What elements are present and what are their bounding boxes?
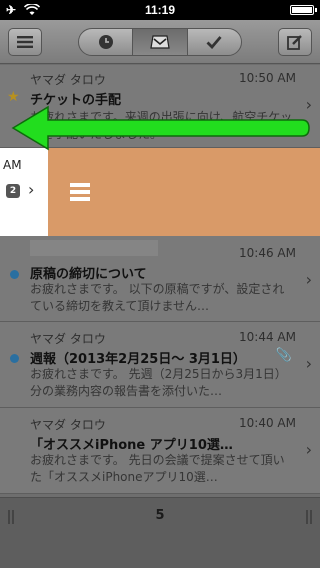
chevron-right-icon: › (305, 354, 312, 373)
battery-icon (290, 5, 317, 15)
menu-button[interactable] (8, 28, 42, 56)
status-bar: ✈ 11:19 (0, 0, 320, 20)
star-icon[interactable]: ★ (7, 89, 20, 105)
email-time: 10:46 AM (239, 246, 296, 260)
list-icon (17, 36, 33, 48)
swiped-email-row[interactable]: AM 2 › (0, 148, 320, 236)
list-icon[interactable] (70, 183, 90, 201)
email-row[interactable]: 10:46 AM 原稿の締切について お疲れさまです。 以下の原稿ですが、設定さ… (0, 236, 320, 322)
email-sender: ヤマダ タロウ (30, 332, 106, 346)
email-time-fragment: AM (3, 158, 22, 172)
view-segmented-control (78, 28, 242, 56)
checkmark-icon (206, 36, 222, 49)
email-time: 10:40 AM (239, 416, 296, 430)
tab-archive[interactable] (188, 29, 241, 55)
grip-handle-icon (306, 510, 312, 524)
email-sender: ヤマダ タロウ (30, 73, 106, 87)
message-count: 5 (155, 508, 165, 523)
email-sender: ヤマダ タロウ (30, 418, 106, 432)
unread-dot-icon (10, 270, 19, 279)
swiped-row-content[interactable]: AM 2 › (0, 148, 48, 236)
paperclip-icon: 📎 (275, 348, 292, 363)
compose-button[interactable] (278, 28, 312, 56)
chevron-right-icon: › (305, 440, 312, 459)
clock-icon (98, 35, 113, 49)
email-subject: 原稿の締切について (30, 267, 147, 282)
compose-icon (287, 35, 302, 50)
status-time: 11:19 (144, 3, 176, 17)
email-subject: 「オススメiPhone アプリ10選… (30, 438, 233, 453)
email-sender-blurred (30, 240, 158, 256)
thread-count-badge: 2 (6, 184, 20, 198)
unread-dot-icon (10, 354, 19, 363)
email-time: 10:44 AM (239, 330, 296, 344)
chevron-right-icon: › (305, 270, 312, 289)
chevron-right-icon: › (28, 180, 35, 199)
email-subject: 週報（2013年2月25日～ 3月1日） (30, 352, 246, 367)
email-preview: お疲れさまです。 以下の原稿ですが、設定されている締切を教えて頂けません… (30, 282, 285, 313)
inbox-tray-icon (150, 35, 170, 49)
email-row[interactable]: ヤマダ タロウ 10:40 AM 「オススメiPhone アプリ10選… お疲れ… (0, 408, 320, 494)
tab-later[interactable] (79, 29, 134, 55)
toolbar (0, 20, 320, 64)
email-preview: お疲れさまです。 先日の会議で提案させて頂いた「オススメiPhoneアプリ10選… (30, 453, 285, 484)
email-time: 10:50 AM (239, 71, 296, 85)
email-preview: お疲れさまです。 先週（2月25日から3月1日）分の業務内容の報告書を添付いた… (30, 367, 287, 398)
email-row[interactable]: ヤマダ タロウ 10:44 AM 週報（2013年2月25日～ 3月1日） 📎 … (0, 322, 320, 408)
swipe-left-arrow-icon (11, 105, 310, 151)
tab-inbox[interactable] (133, 29, 188, 55)
footer-bar: 5 (0, 497, 320, 568)
